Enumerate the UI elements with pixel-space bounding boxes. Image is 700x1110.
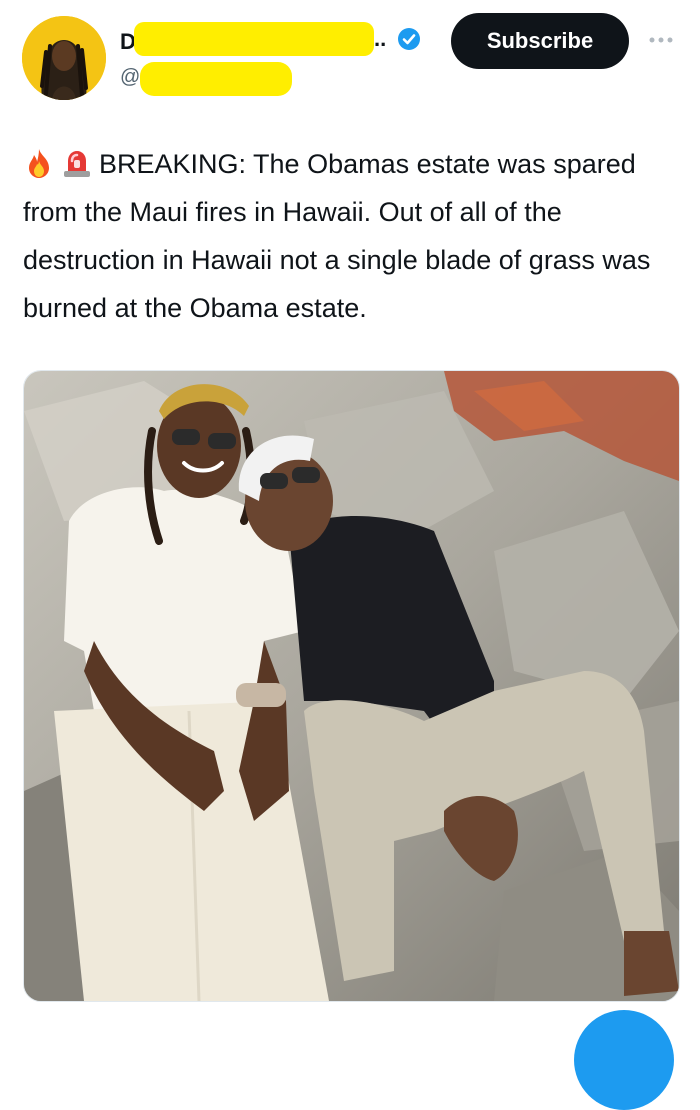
post-photo[interactable] [23, 370, 680, 1002]
compose-fab[interactable] [574, 1010, 674, 1110]
siren-icon [64, 151, 90, 177]
more-dots-icon[interactable] [647, 30, 675, 50]
post-text-block: BREAKING: The Obamas estate was spared f… [23, 140, 683, 332]
author-handle-redaction [140, 62, 292, 96]
author-name-redaction [134, 22, 374, 56]
photo-image [24, 371, 679, 1001]
fire-icon [29, 149, 49, 178]
verified-badge-icon [398, 28, 420, 50]
author-avatar[interactable] [22, 16, 106, 100]
avatar-portrait-icon [22, 16, 106, 100]
subscribe-button[interactable]: Subscribe [451, 13, 629, 69]
author-handle-prefix[interactable]: @ [120, 66, 140, 89]
author-name-ellipsis: .. [374, 26, 387, 51]
post-text: BREAKING: The Obamas estate was spared f… [23, 149, 651, 323]
